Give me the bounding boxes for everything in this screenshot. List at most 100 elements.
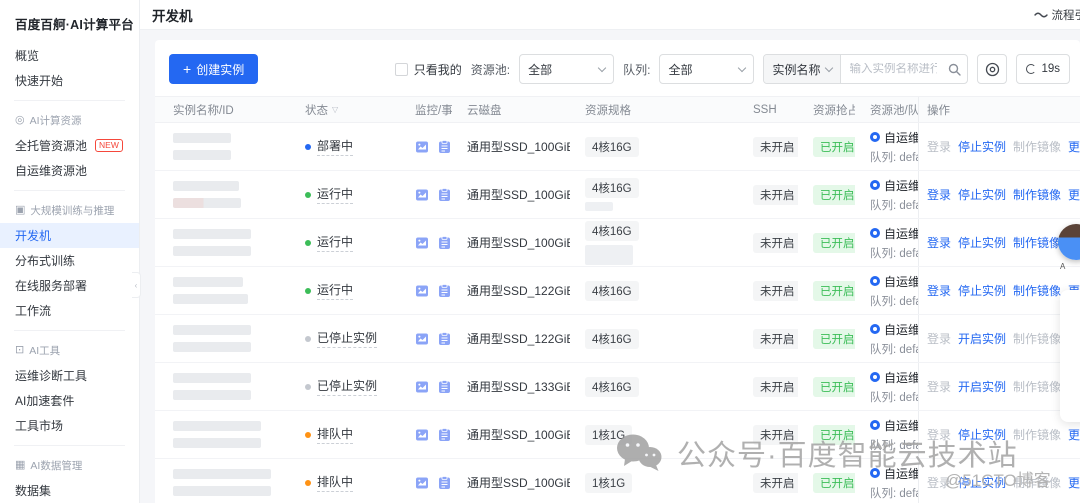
action-stop-instance[interactable]: 停止实例 <box>958 282 1006 299</box>
instance-name-cell[interactable] <box>155 277 290 304</box>
action-login[interactable]: 登录 <box>927 474 951 491</box>
event-log-icon[interactable] <box>438 139 451 154</box>
auto-refresh-button[interactable]: 19s <box>1016 54 1070 84</box>
event-log-icon[interactable] <box>438 427 451 442</box>
monitor-chart-icon[interactable] <box>415 476 429 490</box>
table-row: 已停止实例 通用型SSD_133GiB 4核16G 未开启 已开启 自运维 队列… <box>155 363 1080 411</box>
redacted-instance-id <box>173 438 261 448</box>
sidebar-item[interactable]: 开发机 <box>0 223 139 248</box>
pool-filter-label: 资源池: <box>470 62 511 77</box>
sidebar-item[interactable]: 工作流 <box>0 298 139 323</box>
action-make-image[interactable]: 制作镜像 <box>1013 474 1061 491</box>
action-login[interactable]: 登录 <box>927 330 951 347</box>
action-make-image[interactable]: 制作镜像 <box>1013 282 1061 299</box>
action-make-image[interactable]: 制作镜像 <box>1013 234 1061 251</box>
action-label: 停止实例 <box>958 476 1007 490</box>
column-settings-button[interactable] <box>977 54 1008 84</box>
action-label: 制作镜像 <box>1013 476 1062 490</box>
sidebar-item[interactable]: 全托管资源池 NEW <box>0 133 139 158</box>
event-log-icon[interactable] <box>438 187 451 202</box>
pool-select[interactable]: 全部 <box>519 54 615 84</box>
monitor-chart-icon[interactable] <box>415 188 429 202</box>
sidebar-item[interactable]: 快速开始 <box>0 68 139 93</box>
search-icon[interactable] <box>941 63 967 76</box>
event-log-icon[interactable] <box>438 331 451 346</box>
instance-name-cell[interactable] <box>155 325 290 352</box>
only-mine-checkbox[interactable] <box>394 62 408 76</box>
monitor-chart-icon[interactable] <box>415 236 429 250</box>
action-make-image[interactable]: 制作镜像 <box>1013 378 1061 395</box>
queue-select[interactable]: 全部 <box>659 54 755 84</box>
ssh-badge: 未开启 <box>753 424 798 445</box>
event-log-icon[interactable] <box>438 475 451 490</box>
action-stop-instance[interactable]: 停止实例 <box>958 234 1006 251</box>
action-stop-instance[interactable]: 停止实例 <box>958 426 1006 443</box>
search-input[interactable] <box>841 63 942 75</box>
monitor-chart-icon[interactable] <box>415 140 429 154</box>
action-stop-instance[interactable]: 停止实例 <box>958 474 1006 491</box>
action-make-image[interactable]: 制作镜像 <box>1013 426 1061 443</box>
action-make-image[interactable]: 制作镜像 <box>1013 186 1061 203</box>
action-start-instance[interactable]: 开启实例 <box>958 378 1006 395</box>
instance-name-cell[interactable] <box>155 181 290 208</box>
event-log-icon[interactable] <box>438 283 451 298</box>
action-label: 制作镜像 <box>1013 380 1062 394</box>
event-log-icon[interactable] <box>438 379 451 394</box>
action-login[interactable]: 登录 <box>927 378 951 395</box>
spec-badge: 4核16G <box>585 376 639 397</box>
instance-name-cell[interactable] <box>155 373 290 400</box>
action-more[interactable]: 更多 <box>1068 138 1080 155</box>
chevron-down-icon <box>825 63 834 72</box>
instance-name-cell[interactable] <box>155 421 290 448</box>
sidebar-item[interactable]: 在线服务部署 <box>0 273 139 298</box>
action-more[interactable]: 更多 <box>1068 186 1080 203</box>
instance-name-cell[interactable] <box>155 469 290 496</box>
action-login[interactable]: 登录 <box>927 186 951 203</box>
pool-name: 自运维 <box>884 130 918 145</box>
queue-label: 队列: <box>870 439 897 452</box>
action-stop-instance[interactable]: 停止实例 <box>958 138 1006 155</box>
action-login[interactable]: 登录 <box>927 234 951 251</box>
action-make-image[interactable]: 制作镜像 <box>1013 138 1061 155</box>
ssh-cell: 未开启 <box>738 328 798 349</box>
action-make-image[interactable]: 制作镜像 <box>1013 330 1061 347</box>
action-more[interactable]: 更多 <box>1068 474 1080 491</box>
disk-cell: 通用型SSD_122GiB <box>452 330 570 347</box>
action-login[interactable]: 登录 <box>927 282 951 299</box>
action-login[interactable]: 登录 <box>927 138 951 155</box>
instance-name-cell[interactable] <box>155 229 290 256</box>
col-status[interactable]: 状态 ▽ <box>290 97 400 122</box>
sidebar-item[interactable]: 自运维资源池 <box>0 158 139 183</box>
sidebar-item[interactable]: 数据集 <box>0 478 139 503</box>
sidebar-item[interactable]: 运维诊断工具 <box>0 363 139 388</box>
action-label: 停止实例 <box>958 236 1007 250</box>
sidebar-item[interactable]: 分布式训练 <box>0 248 139 273</box>
sidebar-item[interactable]: 工具市场 <box>0 413 139 438</box>
table-row: 部署中 通用型SSD_100GiB 4核16G 未开启 已开启 自运维 队列: … <box>155 123 1080 171</box>
sidebar-divider <box>14 190 125 191</box>
monitor-cell <box>400 139 452 154</box>
event-log-icon[interactable] <box>438 235 451 250</box>
monitor-chart-icon[interactable] <box>415 284 429 298</box>
search-type-select[interactable]: 实例名称 <box>764 55 842 83</box>
process-guide-link[interactable]: 流程引 <box>1033 7 1080 23</box>
assistant-widget[interactable]: A <box>1058 224 1080 271</box>
spec-badge: 4核16G <box>585 220 639 241</box>
monitor-chart-icon[interactable] <box>415 380 429 394</box>
monitor-chart-icon[interactable] <box>415 428 429 442</box>
filter-icon[interactable]: ▽ <box>332 105 338 114</box>
sidebar-item[interactable]: 概览 <box>0 43 139 68</box>
sidebar-item[interactable]: AI加速套件 <box>0 388 139 413</box>
content-card: + 创建实例 只看我的 资源池: 全部 队列: 全部 实例名称 输入实例名称进行… <box>155 40 1080 503</box>
spec-cell: 1核1G <box>570 424 738 445</box>
action-start-instance[interactable]: 开启实例 <box>958 330 1006 347</box>
redacted-instance-name <box>173 373 251 383</box>
assistant-panel[interactable] <box>1060 290 1080 422</box>
instance-name-cell[interactable] <box>155 133 290 160</box>
action-stop-instance[interactable]: 停止实例 <box>958 186 1006 203</box>
action-login[interactable]: 登录 <box>927 426 951 443</box>
sidebar-collapse-handle[interactable]: ‹ <box>132 272 141 298</box>
monitor-chart-icon[interactable] <box>415 332 429 346</box>
create-instance-button[interactable]: + 创建实例 <box>169 54 259 84</box>
action-more[interactable]: 更多 <box>1068 426 1080 443</box>
